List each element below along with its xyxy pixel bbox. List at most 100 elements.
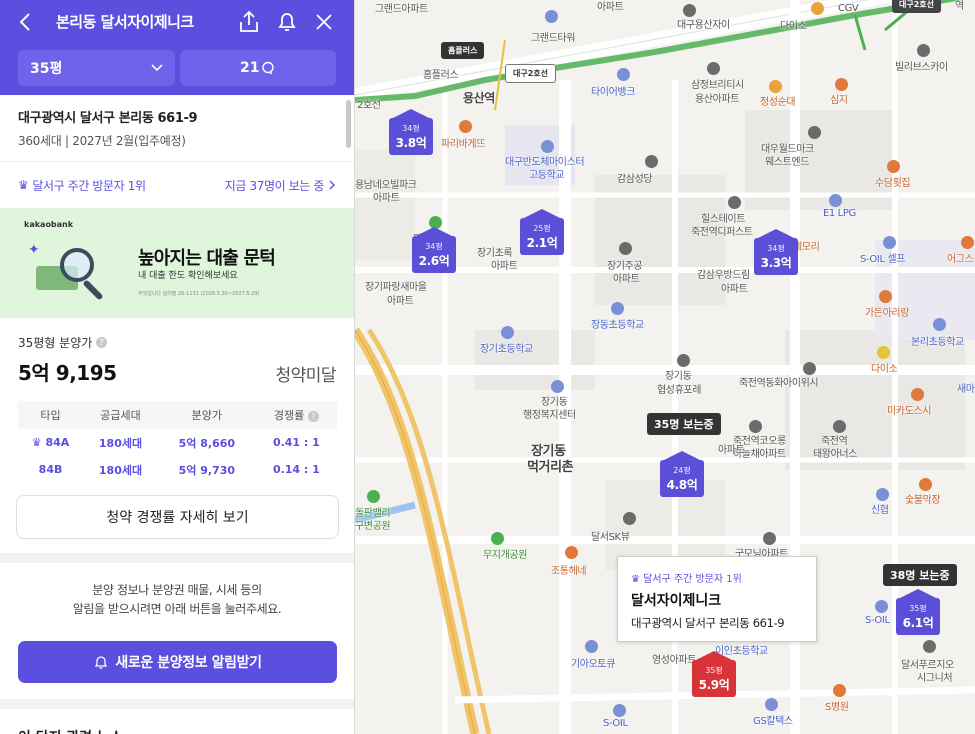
poi-icon[interactable]: [367, 490, 380, 503]
poi-icon[interactable]: [919, 478, 932, 491]
map-label: 영성아파트: [652, 655, 697, 666]
price-marker[interactable]: 34평 2.6억: [412, 227, 456, 273]
ad-banner[interactable]: kakaobank ✦ 높아지는 대출 문턱 내 대출 한도 확인해보세요 무엇…: [0, 208, 354, 318]
selected-price-marker[interactable]: 35평 5.9억: [692, 651, 736, 697]
crown-icon: ♛: [631, 574, 644, 585]
poi-icon[interactable]: [835, 78, 848, 91]
poi-icon[interactable]: [887, 160, 900, 173]
map-label: 정성순대: [760, 97, 796, 108]
poi-icon[interactable]: [875, 600, 888, 613]
line2-badge: 대구2호선: [892, 0, 942, 13]
poi-icon[interactable]: [645, 155, 658, 168]
poi-icon[interactable]: [677, 354, 690, 367]
poi-icon[interactable]: [808, 126, 821, 139]
size-select[interactable]: 35평: [18, 50, 175, 86]
map-label: CGV: [838, 3, 859, 14]
price-marker[interactable]: 35평 6.1억: [896, 589, 940, 635]
poi-icon[interactable]: [803, 362, 816, 375]
poi-icon[interactable]: [541, 140, 554, 153]
poi-icon[interactable]: [749, 420, 762, 433]
poi-icon[interactable]: [883, 236, 896, 249]
help-icon[interactable]: ?: [307, 411, 319, 422]
poi-icon[interactable]: [765, 698, 778, 711]
poi-icon[interactable]: [769, 80, 782, 93]
map-label: 수담횟집: [875, 178, 911, 189]
poi-icon[interactable]: [459, 120, 472, 133]
price-marker[interactable]: 25평 2.1억: [520, 209, 564, 255]
poi-icon[interactable]: [683, 4, 696, 17]
poi-icon[interactable]: [613, 704, 626, 717]
price-marker[interactable]: 34평 3.8억: [389, 109, 433, 155]
marker-amount: 5.9억: [698, 678, 730, 692]
map-label: 장기초등학교: [480, 344, 533, 355]
rank-row[interactable]: ♛ 달서구 주간 방문자 1위 지금 37명이 보는 중: [0, 162, 354, 208]
crown-icon: ♛: [31, 436, 46, 449]
line2-sign: 대구2호선: [505, 64, 557, 83]
page-title: 본리동 달서자이제니크: [56, 13, 194, 31]
poi-icon[interactable]: [833, 420, 846, 433]
poi-icon[interactable]: [829, 194, 842, 207]
back-icon[interactable]: [14, 10, 38, 34]
share-icon[interactable]: [236, 9, 262, 35]
poi-icon[interactable]: [933, 318, 946, 331]
map-label: 태왕아너스: [813, 449, 858, 460]
competition-detail-button[interactable]: 청약 경쟁률 자세히 보기: [16, 495, 339, 539]
poi-icon[interactable]: [565, 546, 578, 559]
map-label: 감삼성당: [617, 174, 653, 185]
marker-amount: 3.3억: [760, 256, 792, 270]
viewers-tag[interactable]: 38명 보는중: [883, 564, 957, 586]
map-label: 협성휴포레: [657, 385, 702, 396]
poi-icon[interactable]: [545, 10, 558, 23]
poi-icon[interactable]: [911, 388, 924, 401]
complex-popup[interactable]: ♛ 달서구 주간 방문자 1위 달서자이제니크 대구광역시 달서구 본리동 66…: [617, 556, 817, 642]
poi-icon[interactable]: [611, 302, 624, 315]
comment-button[interactable]: 21: [179, 50, 336, 86]
price-marker[interactable]: 34평 3.3억: [754, 229, 798, 275]
poi-icon[interactable]: [763, 532, 776, 545]
poi-icon[interactable]: [491, 532, 504, 545]
poi-icon[interactable]: [879, 290, 892, 303]
poi-icon[interactable]: [501, 326, 514, 339]
map-label: 신협: [871, 505, 889, 516]
poi-icon[interactable]: [623, 512, 636, 525]
panel-scrollbar[interactable]: [346, 100, 351, 148]
poi-icon[interactable]: [707, 62, 720, 75]
poi-icon[interactable]: [917, 44, 930, 57]
poi-icon[interactable]: [619, 242, 632, 255]
poi-icon[interactable]: [961, 236, 974, 249]
price-cell: 5억 9,730: [178, 463, 236, 477]
bell-icon[interactable]: [274, 9, 300, 35]
table-header-units: 공급세대: [83, 401, 158, 429]
poi-icon[interactable]: [876, 488, 889, 501]
station-label: 용산역: [463, 91, 495, 105]
map-label: 무지개공원: [483, 550, 528, 561]
poi-icon[interactable]: [811, 2, 824, 15]
map-label: 새마: [957, 384, 975, 395]
help-icon[interactable]: ?: [96, 337, 108, 348]
poi-icon[interactable]: [877, 346, 890, 359]
poi-icon[interactable]: [728, 196, 741, 209]
price-marker[interactable]: 24평 4.8억: [660, 451, 704, 497]
complex-address: 대구광역시 달서구 본리동 661-9: [18, 111, 198, 126]
units-cell: 180세대: [98, 436, 143, 450]
map-view[interactable]: 그랜드아파트 아파트 대구용산자이 다이소 CGV 대구2호선 역 그랜드타워 …: [355, 0, 975, 734]
map-label: 감삼우방드림: [697, 270, 750, 281]
close-icon[interactable]: [311, 9, 337, 35]
poi-icon[interactable]: [833, 684, 846, 697]
map-label: 역: [955, 1, 964, 12]
map-label: 본리초등학교: [911, 337, 964, 348]
poi-icon[interactable]: [923, 640, 936, 653]
map-label: 아파트: [491, 261, 518, 272]
viewers-tag[interactable]: 35명 보는중: [647, 413, 721, 435]
banner-subtitle: 내 대출 한도 확인해보세요: [138, 271, 238, 281]
map-label: 용산아파트: [695, 94, 740, 105]
poi-icon[interactable]: [551, 380, 564, 393]
alarm-subscribe-button[interactable]: 새로운 분양정보 알림받기: [18, 641, 337, 683]
poi-icon[interactable]: [617, 68, 630, 81]
map-label: 구변공원: [355, 521, 391, 532]
table-header-type: 타입: [18, 401, 84, 429]
detail-panel: 본리동 달서자이제니크 35평 21 대구광역시 달서구 본리동 661-9 3…: [0, 0, 355, 734]
map-label: 장기파랑새마을: [365, 282, 427, 293]
notice-line-1: 분양 정보나 분양권 매물, 시세 등의: [92, 583, 262, 597]
poi-icon[interactable]: [585, 640, 598, 653]
